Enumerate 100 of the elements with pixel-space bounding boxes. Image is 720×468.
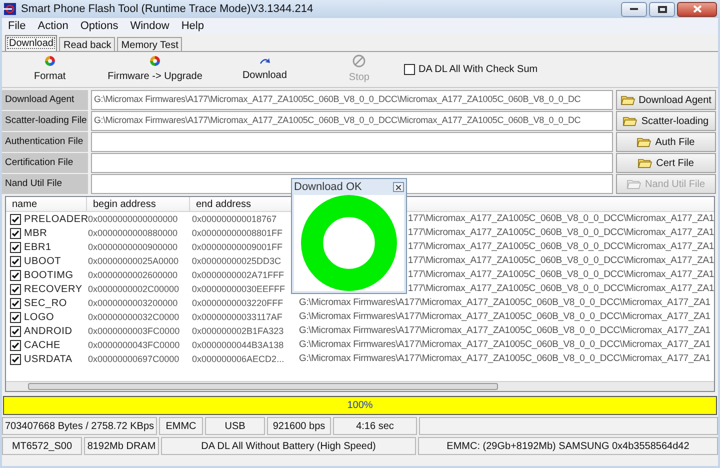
table-cell-text: G:\Micromax Firmwares\A177\Micromax_A177_ZA1005C_060B_V8_0_0_DCC\Micromax_A177_ZA1 xyxy=(299,338,710,352)
folder-icon xyxy=(638,158,652,168)
table-cell: 0x0000000044B3A138 xyxy=(192,340,284,350)
status-cell: EMMC xyxy=(159,417,203,435)
table-cell-text: G:\Micromax Firmwares\A177\Micromax_A177_ZA1005C_060B_V8_0_0_DCC\Micromax_A177_ZA1 xyxy=(299,296,710,310)
recycle-icon xyxy=(44,55,56,67)
partition-name: RECOVERY xyxy=(24,282,82,296)
table-cell-text: G:\Micromax Firmwares\A177\Micromax_A177_ZA1005C_060B_V8_0_0_DCC\Micromax_A177_ZA1 xyxy=(299,310,710,324)
table-cell-text: 177\Micromax_A177_ZA1005C_060B_V8_0_0_DCC\Micromax_A177_ZA1 xyxy=(408,226,714,240)
status-cell: 8192Mb DRAM xyxy=(84,437,159,455)
path-field[interactable] xyxy=(91,132,613,152)
partition-name: BOOTIMG xyxy=(24,268,74,282)
table-cell: 0x0000000002A71FFF xyxy=(192,270,284,280)
menu-item[interactable]: Window xyxy=(130,18,170,34)
table-cell: 0x00000000032C0000 xyxy=(88,312,180,322)
tab[interactable]: Download xyxy=(5,35,58,51)
window-title: Smart Phone Flash Tool (Runtime Trace Mode)V3.1344.214 xyxy=(21,2,314,17)
field-label: Scatter-loading File xyxy=(2,111,88,131)
browse-button[interactable]: Download Agent xyxy=(616,90,716,110)
path-field[interactable] xyxy=(91,153,613,173)
toolbar-button[interactable]: Format xyxy=(28,55,72,84)
app-icon xyxy=(3,2,17,16)
table-cell: 0x00000000009001FF xyxy=(192,242,282,252)
close-button[interactable] xyxy=(393,182,404,192)
column-header[interactable]: name xyxy=(6,197,87,211)
menu-item[interactable]: Help xyxy=(181,18,204,34)
maximize-button[interactable] xyxy=(649,2,675,16)
checkbox[interactable] xyxy=(404,64,414,75)
close-icon xyxy=(396,184,401,190)
field-label: Authentication File xyxy=(2,132,88,152)
table-cell: 0x00000000697C0000 xyxy=(88,354,180,364)
toolbar-button[interactable]: Download xyxy=(236,56,293,83)
checkbox[interactable] xyxy=(10,298,21,308)
tab[interactable]: Memory Test xyxy=(117,37,182,51)
partition-name: USRDATA xyxy=(24,352,72,366)
arrow-icon xyxy=(258,56,271,66)
status-cell: 703407668 Bytes / 2758.72 KBps xyxy=(2,417,157,435)
table-cell: 0x0000000043FC0000 xyxy=(88,340,180,350)
table-cell: 0x00000000033117AF xyxy=(192,312,282,322)
checkbox[interactable] xyxy=(10,284,21,294)
checkbox[interactable] xyxy=(10,228,21,238)
checkbox-label: DA DL All With Check Sum xyxy=(418,63,538,77)
table-cell: 0x0000000003FC0000 xyxy=(88,326,180,336)
partition-name: ANDROID xyxy=(24,324,72,338)
menu-item[interactable]: Options xyxy=(80,18,118,34)
path-field[interactable]: G:\Micromax Firmwares\A177\Micromax_A177_ZA1005C_060B_V8_0_0_DCC\Micromax_A177_ZA1005C_060B_V8_0_0_DC xyxy=(91,90,613,110)
field-label: Download Agent xyxy=(2,90,88,110)
checkbox[interactable] xyxy=(10,326,21,336)
menu-item[interactable]: Action xyxy=(38,18,68,34)
field-label: Nand Util File xyxy=(2,174,88,194)
table-cell-text: 177\Micromax_A177_ZA1005C_060B_V8_0_0_DCC\Micromax_A177_ZA1 xyxy=(408,240,714,254)
partition-name: CACHE xyxy=(24,338,61,352)
dialog-title: Download OK xyxy=(294,180,362,195)
table-cell-text: 177\Micromax_A177_ZA1005C_060B_V8_0_0_DCC\Micromax_A177_ZA1 xyxy=(408,212,714,226)
browse-button[interactable]: Scatter-loading xyxy=(616,111,716,131)
tab[interactable]: Read back xyxy=(59,37,116,51)
table-cell: 0x0000000002600000 xyxy=(88,270,178,280)
status-cell: USB xyxy=(205,417,265,435)
minimize-button[interactable] xyxy=(621,2,647,16)
checkbox[interactable] xyxy=(10,354,21,364)
partition-name: LOGO xyxy=(24,310,54,324)
partition-name: SEC_RO xyxy=(24,296,67,310)
table-cell-text: G:\Micromax Firmwares\A177\Micromax_A177_ZA1005C_060B_V8_0_0_DCC\Micromax_A177_ZA1 xyxy=(299,352,710,366)
partition-name: PRELOADER xyxy=(24,212,88,226)
partition-name: MBR xyxy=(24,226,48,240)
table-cell: 0x0000000003220FFF xyxy=(192,298,284,308)
table-cell: 0x00000000025DD3C xyxy=(192,256,281,266)
browse-button[interactable]: Cert File xyxy=(616,153,716,173)
table-cell: 0x00000000008801FF xyxy=(192,228,282,238)
browse-button[interactable]: Auth File xyxy=(616,132,716,152)
table-cell-text: G:\Micromax Firmwares\A177\Micromax_A177_ZA1005C_060B_V8_0_0_DCC\Micromax_A177_ZA1 xyxy=(299,324,710,338)
stop-icon xyxy=(352,54,366,68)
table-cell: 0x0000000002C00000 xyxy=(88,284,180,294)
checkbox[interactable] xyxy=(10,312,21,322)
checkbox[interactable] xyxy=(10,340,21,350)
close-button[interactable] xyxy=(677,2,717,16)
path-field[interactable]: G:\Micromax Firmwares\A177\Micromax_A177_ZA1005C_060B_V8_0_0_DCC\Micromax_A177_ZA1005C_060B_V8_0_0_DC xyxy=(91,111,613,131)
checkbox[interactable] xyxy=(10,214,21,224)
partition-name: UBOOT xyxy=(24,254,62,268)
table-cell: 0x00000000025A0000 xyxy=(88,256,179,266)
menu-item[interactable]: File xyxy=(8,18,26,34)
table-cell: 0x0000000000900000 xyxy=(88,242,178,252)
progress-label: 100% xyxy=(346,399,374,413)
recycle-icon xyxy=(149,55,162,67)
checkbox[interactable] xyxy=(10,270,21,280)
checkbox[interactable] xyxy=(10,256,21,266)
close-icon xyxy=(692,5,702,13)
checkbox[interactable] xyxy=(10,242,21,252)
toolbar-button[interactable]: Firmware -> Upgrade xyxy=(102,55,208,84)
partition-name: EBR1 xyxy=(24,240,52,254)
ring-icon xyxy=(301,195,397,291)
table-cell-text: 177\Micromax_A177_ZA1005C_060B_V8_0_0_DCC\Micromax_A177_ZA1 xyxy=(408,254,714,268)
table-cell: 0x000000002B1FA323 xyxy=(192,326,284,336)
column-header[interactable]: begin address xyxy=(87,197,190,211)
folder-icon xyxy=(626,179,641,189)
table-cell: 0x000000006AECD2... xyxy=(192,354,284,364)
folder-icon xyxy=(620,95,635,105)
horizontal-scrollbar[interactable] xyxy=(6,381,714,391)
table-cell: 0x0000000003200000 xyxy=(88,298,178,308)
field-label: Certification File xyxy=(2,153,88,173)
